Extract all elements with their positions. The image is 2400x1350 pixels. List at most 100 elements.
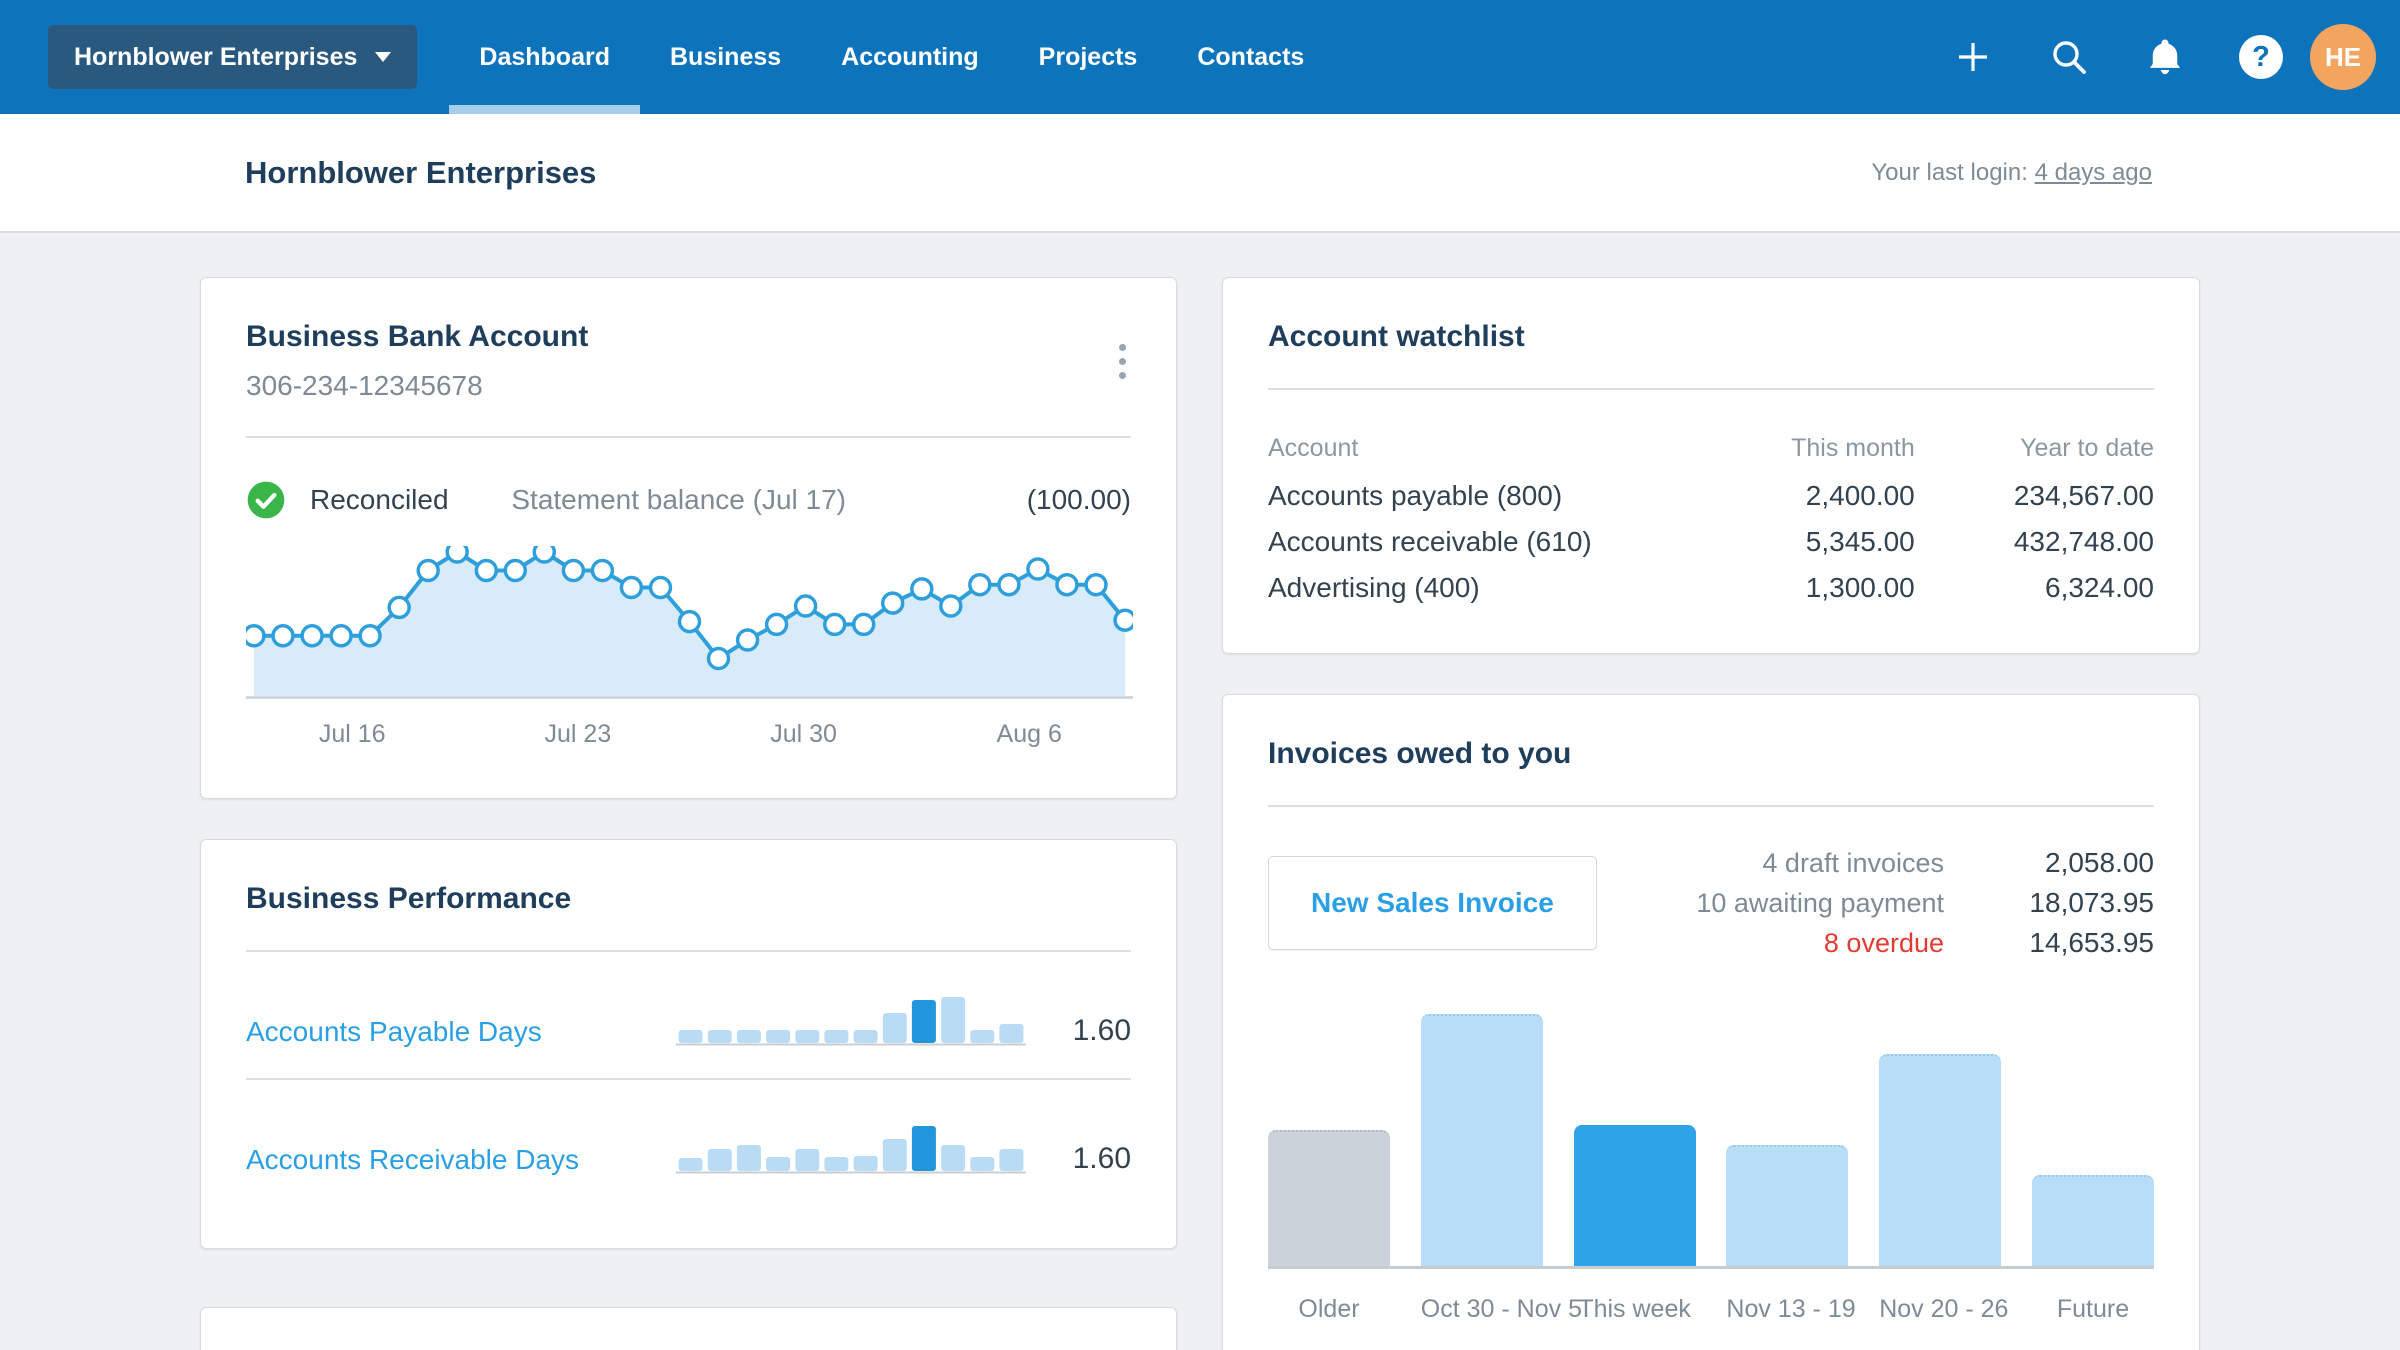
nav-tab-accounting[interactable]: Accounting	[811, 0, 1009, 114]
draft-invoices-amount: 2,058.00	[2045, 847, 2154, 878]
invoice-bar-2[interactable]	[1573, 1125, 1696, 1266]
this-month-value: 5,345.00	[1805, 526, 1915, 557]
invoices-bar-chart[interactable]	[1268, 1014, 2154, 1269]
bar-label: Nov 20 - 26	[1879, 1295, 2009, 1323]
performance-card-title: Business Performance	[246, 882, 572, 915]
overdue-link[interactable]: 8 overdue	[1824, 928, 1944, 959]
chevron-down-icon	[375, 52, 392, 62]
org-name: Hornblower Enterprises	[74, 42, 358, 71]
accounts-payable-days-value: 1.60	[1072, 1014, 1131, 1047]
accounts-receivable-days-link[interactable]: Accounts Receivable Days	[246, 1144, 676, 1176]
watchlist-row[interactable]: Accounts receivable (610) 5,345.00 432,7…	[1268, 519, 2154, 565]
nav-tab-business[interactable]: Business	[640, 0, 811, 114]
column-header-this-month: This month	[1791, 434, 1915, 462]
this-month-value: 1,300.00	[1805, 572, 1915, 603]
nav-tab-projects[interactable]: Projects	[1009, 0, 1168, 114]
line-chart-x-labels: Jul 16 Jul 23 Jul 30 Aug 6	[246, 720, 1131, 756]
button-label: New Sales Invoice	[1311, 887, 1554, 918]
bar-label: Oct 30 - Nov 5	[1420, 1295, 1582, 1323]
org-switcher-button[interactable]: Hornblower Enterprises	[48, 25, 418, 89]
bank-balance-chart[interactable]: Jul 16 Jul 23 Jul 30 Aug 6	[246, 546, 1133, 756]
awaiting-payment-amount: 18,073.95	[2029, 887, 2154, 918]
bar-label: Nov 13 - 19	[1726, 1295, 1856, 1323]
statement-balance-value: (100.00)	[1026, 484, 1131, 515]
this-month-value: 2,400.00	[1805, 480, 1915, 511]
invoice-bar-0[interactable]	[1268, 1130, 1390, 1266]
add-new-button[interactable]	[1950, 34, 1996, 80]
performance-row: Accounts Payable Days 1.60	[246, 952, 1131, 1078]
search-icon	[2053, 41, 2086, 74]
user-avatar[interactable]: HE	[2310, 24, 2376, 90]
help-icon: ?	[2239, 35, 2283, 79]
accounts-receivable-days-value: 1.60	[1072, 1142, 1131, 1175]
year-to-date-value: 234,567.00	[2013, 480, 2154, 511]
reconciled-row: Reconciled Statement balance (Jul 17) (1…	[246, 480, 1131, 520]
account-name: Accounts payable (800)	[1268, 480, 1563, 511]
invoice-bar-3[interactable]	[1726, 1145, 1849, 1266]
watchlist-table: Account This month Year to date Accounts…	[1268, 434, 2154, 611]
bar-label: This week	[1578, 1295, 1691, 1323]
x-tick: Jul 23	[544, 720, 612, 748]
x-tick: Jul 16	[318, 720, 386, 748]
x-tick: Aug 6	[996, 720, 1062, 748]
last-login: Your last login: 4 days ago	[1871, 159, 2152, 187]
nav-icon-cluster: ?	[1950, 34, 2284, 80]
search-button[interactable]	[2046, 34, 2092, 80]
divider	[1268, 388, 2154, 390]
nav-tab-label: Accounting	[841, 42, 979, 71]
bar-label: Future	[2056, 1295, 2130, 1323]
accounts-payable-days-link[interactable]: Accounts Payable Days	[246, 1016, 676, 1048]
invoices-owed-card: Invoices owed to you New Sales Invoice 4…	[1222, 694, 2200, 1350]
watchlist-row[interactable]: Advertising (400) 1,300.00 6,324.00	[1268, 565, 2154, 611]
year-to-date-value: 432,748.00	[2013, 526, 2154, 557]
invoices-bar-labels: Older Oct 30 - Nov 5 This week Nov 13 - …	[1268, 1295, 2154, 1324]
top-navigation: Hornblower Enterprises Dashboard Busines…	[0, 0, 2400, 114]
reconciled-check-icon	[247, 481, 285, 519]
watchlist-card-title: Account watchlist	[1268, 320, 1525, 353]
invoices-card-title: Invoices owed to you	[1268, 737, 1572, 770]
nav-tab-label: Business	[670, 42, 782, 71]
page-header: Hornblower Enterprises Your last login: …	[0, 114, 2400, 233]
business-performance-card: Business Performance Accounts Payable Da…	[200, 839, 1177, 1249]
account-name: Accounts receivable (610)	[1268, 526, 1592, 557]
watchlist-row[interactable]: Accounts payable (800) 2,400.00 234,567.…	[1268, 473, 2154, 519]
help-button[interactable]: ?	[2238, 34, 2284, 80]
invoice-bar-4[interactable]	[1879, 1054, 2002, 1266]
kebab-menu-icon[interactable]	[1111, 336, 1134, 387]
plus-icon	[1959, 43, 1987, 71]
nav-tab-dashboard[interactable]: Dashboard	[449, 0, 640, 114]
divider	[246, 436, 1131, 438]
dashboard-content: Business Bank Account 306-234-12345678 R…	[0, 233, 2400, 1350]
invoice-bar-5[interactable]	[2031, 1175, 2154, 1266]
bar-label: Older	[1298, 1295, 1360, 1323]
account-watchlist-card: Account watchlist Account This month Yea…	[1222, 277, 2200, 654]
statement-balance-label: Statement balance (Jul 17)	[511, 484, 846, 515]
nav-tabs: Dashboard Business Accounting Projects C…	[449, 0, 1334, 114]
nav-tab-label: Contacts	[1197, 42, 1305, 71]
invoice-stats: 4 draft invoices 2,058.00 10 awaiting pa…	[1696, 847, 2154, 959]
avatar-initials: HE	[2324, 41, 2362, 72]
draft-invoices-link[interactable]: 4 draft invoices	[1762, 848, 1944, 879]
x-tick: Jul 30	[770, 720, 837, 748]
last-login-label: Your last login:	[1871, 158, 2028, 186]
nav-tab-contacts[interactable]: Contacts	[1167, 0, 1334, 114]
nav-tab-label: Projects	[1038, 42, 1138, 71]
year-to-date-value: 6,324.00	[2045, 572, 2154, 603]
page-title: Hornblower Enterprises	[245, 154, 597, 190]
awaiting-payment-stat: 10 awaiting payment 18,073.95	[1696, 887, 2154, 919]
column-header-account: Account	[1268, 434, 1359, 462]
awaiting-payment-link[interactable]: 10 awaiting payment	[1696, 888, 1944, 919]
bank-card-title[interactable]: Business Bank Account	[246, 320, 1131, 354]
notifications-button[interactable]	[2142, 34, 2188, 80]
invoices-action-row: New Sales Invoice 4 draft invoices 2,058…	[1268, 847, 2154, 959]
nav-tab-label: Dashboard	[479, 42, 610, 71]
bank-account-number: 306-234-12345678	[246, 370, 483, 401]
overdue-stat: 8 overdue 14,653.95	[1696, 927, 2154, 959]
invoice-bar-1[interactable]	[1420, 1014, 1543, 1266]
divider	[1268, 805, 2154, 807]
reconciled-label: Reconciled	[310, 484, 449, 515]
bell-icon	[2149, 39, 2181, 75]
new-sales-invoice-button[interactable]: New Sales Invoice	[1268, 856, 1597, 950]
draft-invoices-stat: 4 draft invoices 2,058.00	[1696, 847, 2154, 879]
last-login-link[interactable]: 4 days ago	[2035, 159, 2152, 186]
